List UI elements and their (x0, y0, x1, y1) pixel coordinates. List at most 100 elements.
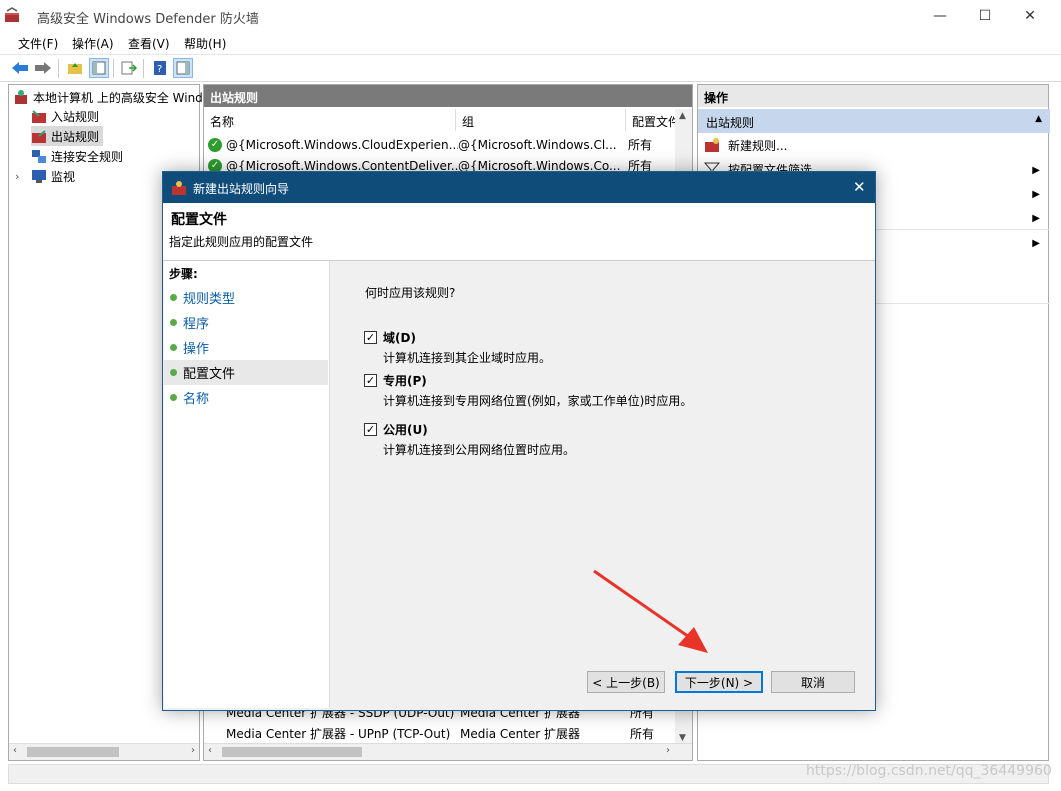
step-label: 操作 (183, 342, 210, 357)
action-label: 新建规则... (728, 138, 788, 153)
inbound-rules-icon (31, 108, 47, 124)
step-label: 程序 (183, 317, 210, 332)
column-name[interactable]: 名称 (204, 109, 456, 131)
collapse-up-icon[interactable]: ▲ (1035, 114, 1042, 124)
scroll-left-icon[interactable]: ‹ (208, 745, 212, 756)
firewall-app-icon (5, 7, 19, 22)
option-description: 计算机连接到其企业域时应用。 (383, 351, 552, 365)
tree-item-connection-security[interactable]: 连接安全规则 (31, 146, 123, 166)
window-title: 高级安全 Windows Defender 防火墙 (37, 12, 259, 27)
steps-label: 步骤: (169, 267, 198, 281)
tree-item-inbound[interactable]: 入站规则 (31, 106, 99, 126)
firewall-app-icon (172, 181, 186, 195)
column-profile[interactable]: 配置文件 (626, 109, 676, 131)
help-icon[interactable]: ? (150, 58, 170, 78)
back-arrow-icon[interactable] (10, 58, 30, 78)
step-action[interactable]: 操作 (164, 335, 328, 360)
forward-arrow-icon[interactable] (33, 58, 53, 78)
option-label: 公用(U) (383, 423, 428, 437)
step-dot-icon (170, 394, 177, 401)
maximize-button[interactable]: ☐ (962, 0, 1008, 31)
domain-checkbox[interactable]: ✓ (364, 331, 377, 344)
close-window-button[interactable]: ✕ (1007, 0, 1053, 31)
action-new-rule[interactable]: 新建规则... (704, 133, 787, 157)
new-rule-icon (704, 137, 720, 153)
expand-chevron-icon[interactable]: › (15, 170, 27, 183)
scroll-up-icon[interactable]: ▲ (679, 111, 686, 121)
table-row[interactable]: ✓ @{Microsoft.Windows.CloudExperien... @… (208, 134, 652, 155)
dialog-heading: 配置文件 (171, 212, 227, 228)
submenu-arrow-icon[interactable]: ▶ (1032, 189, 1040, 200)
menu-view[interactable]: 查看(V) (128, 35, 170, 52)
profile-question: 何时应用该规则? (365, 286, 456, 300)
up-folder-icon[interactable] (65, 58, 85, 78)
menu-action[interactable]: 操作(A) (72, 35, 114, 52)
horizontal-scrollbar[interactable]: ‹ › (9, 743, 199, 760)
export-list-icon[interactable] (119, 58, 139, 78)
table-row[interactable]: Media Center 扩展器 - UPnP (TCP-Out) Media … (226, 723, 654, 744)
private-checkbox[interactable]: ✓ (364, 374, 377, 387)
menu-help[interactable]: 帮助(H) (184, 35, 226, 52)
scroll-left-icon[interactable]: ‹ (13, 745, 17, 756)
rule-profile: 所有 (630, 727, 655, 741)
show-hide-tree-icon[interactable] (89, 58, 109, 78)
dialog-title-bar: 新建出站规则向导 ✕ (163, 172, 875, 203)
cancel-button[interactable]: 取消 (771, 671, 855, 693)
toolbar-separator (143, 59, 144, 78)
dialog-close-icon[interactable]: ✕ (853, 178, 866, 196)
step-rule-type[interactable]: 规则类型 (164, 285, 328, 310)
rule-profile: 所有 (628, 138, 653, 152)
step-program[interactable]: 程序 (164, 310, 328, 335)
tree-item-label: 连接安全规则 (51, 149, 124, 164)
pane-header: 出站规则 (204, 85, 692, 107)
option-label: 域(D) (383, 331, 416, 345)
step-profile: 配置文件 (164, 360, 328, 385)
public-checkbox[interactable]: ✓ (364, 423, 377, 436)
option-private[interactable]: ✓ 专用(P) 计算机连接到专用网络位置(例如，家或工作单位)时应用。 (364, 372, 692, 409)
title-bar: 高级安全 Windows Defender 防火墙 — ☐ ✕ (0, 0, 1061, 31)
menu-file[interactable]: 文件(F) (18, 35, 58, 52)
scroll-right-icon[interactable]: › (191, 745, 195, 756)
scroll-right-icon[interactable]: › (666, 745, 670, 756)
column-group[interactable]: 组 (456, 109, 626, 131)
toolbar-separator (113, 59, 114, 78)
step-dot-icon (170, 294, 177, 301)
minimize-button[interactable]: — (917, 0, 963, 31)
option-label: 专用(P) (383, 374, 427, 388)
option-public[interactable]: ✓ 公用(U) 计算机连接到公用网络位置时应用。 (364, 421, 575, 458)
toolbar-separator (58, 59, 59, 78)
menu-bar: 文件(F) 操作(A) 查看(V) 帮助(H) (0, 31, 1061, 55)
firewall-icon (13, 89, 29, 105)
actions-section[interactable]: 出站规则 ▲ (698, 109, 1050, 133)
actions-section-label: 出站规则 (706, 116, 755, 130)
actions-header: 操作 (698, 85, 1048, 107)
svg-text:?: ? (157, 64, 162, 75)
next-button[interactable]: 下一步(N) > (675, 671, 763, 693)
submenu-arrow-icon[interactable]: ▶ (1032, 238, 1040, 249)
horizontal-scrollbar[interactable]: ‹ › (204, 743, 692, 760)
show-action-pane-icon[interactable] (173, 58, 193, 78)
enabled-check-icon: ✓ (208, 137, 222, 152)
dialog-subheading: 指定此规则应用的配置文件 (169, 235, 314, 249)
step-label: 配置文件 (183, 367, 236, 382)
rule-name: @{Microsoft.Windows.CloudExperien... (226, 137, 458, 152)
tree-root-label: 本地计算机 上的高级安全 Wind (33, 90, 203, 105)
back-button[interactable]: < 上一步(B) (587, 671, 665, 693)
option-domain[interactable]: ✓ 域(D) 计算机连接到其企业域时应用。 (364, 329, 551, 366)
submenu-arrow-icon[interactable]: ▶ (1032, 165, 1040, 176)
step-name[interactable]: 名称 (164, 385, 328, 410)
tree-item-monitor[interactable]: › 监视 (15, 166, 75, 186)
option-description: 计算机连接到专用网络位置(例如，家或工作单位)时应用。 (383, 394, 693, 408)
tree-root[interactable]: 本地计算机 上的高级安全 Wind (13, 87, 203, 107)
step-label: 规则类型 (183, 292, 236, 307)
scroll-down-icon[interactable]: ▼ (679, 733, 686, 743)
tree-item-outbound[interactable]: 出站规则 (31, 126, 104, 146)
scrollbar-thumb[interactable] (27, 747, 119, 757)
step-dot-icon (170, 369, 177, 376)
rule-name: Media Center 扩展器 - UPnP (TCP-Out) (226, 727, 451, 741)
scrollbar-thumb[interactable] (222, 747, 362, 757)
steps-panel: 步骤: 规则类型 程序 操作 配置文件 名称 (164, 261, 330, 708)
monitor-icon (31, 168, 47, 184)
submenu-arrow-icon[interactable]: ▶ (1032, 213, 1040, 224)
dialog-header: 配置文件 指定此规则应用的配置文件 (163, 203, 875, 261)
